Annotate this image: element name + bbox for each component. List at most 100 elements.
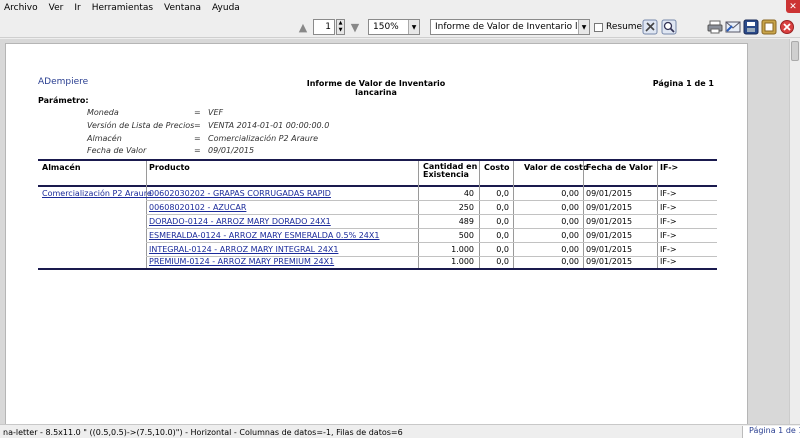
- col-header-cost-value: Valor de costo: [524, 163, 589, 172]
- col-header-cost: Costo: [484, 163, 510, 172]
- archive-button[interactable]: [742, 18, 760, 36]
- print-button[interactable]: [706, 18, 724, 36]
- param-value: VEF: [208, 108, 224, 117]
- scrollbar-thumb[interactable]: [791, 41, 799, 61]
- product-link[interactable]: INTEGRAL-0124 - ARROZ MARY INTEGRAL 24X1: [149, 245, 338, 254]
- summary-checkbox[interactable]: [594, 23, 603, 32]
- close-icon: ✕: [789, 1, 797, 12]
- cost-value-cell: 0,00: [561, 217, 579, 226]
- quantity-cell: 489: [458, 217, 474, 226]
- page-spinner[interactable]: ▲ ▼: [336, 19, 345, 35]
- spin-down-icon: ▼: [338, 27, 343, 33]
- quantity-cell: 40: [463, 189, 474, 198]
- report-title: Informe de Valor de Inventario lancarina: [306, 79, 446, 97]
- quantity-cell: 1.000: [451, 257, 474, 266]
- menu-archivo[interactable]: Archivo: [4, 3, 38, 13]
- cost-value-cell: 0,00: [561, 189, 579, 198]
- param-value: 09/01/2015: [208, 146, 255, 155]
- customize-report-button[interactable]: [641, 18, 659, 36]
- archive-icon: [743, 19, 759, 35]
- cost-cell: 0,0: [496, 203, 509, 212]
- adempiere-logo: ADempiere: [38, 77, 89, 87]
- product-link[interactable]: PREMIUM-0124 - ARROZ MARY PREMIUM 24X1: [149, 257, 334, 266]
- value-date-cell: 09/01/2015: [586, 231, 633, 240]
- cost-cell: 0,0: [496, 231, 509, 240]
- col-header-warehouse: Almacén: [42, 163, 81, 172]
- quantity-cell: 250: [458, 203, 474, 212]
- param-name: Fecha de Valor: [87, 146, 147, 155]
- cost-value-cell: 0,00: [561, 203, 579, 212]
- tools-icon: [642, 19, 658, 35]
- report-viewer[interactable]: ADempiere Informe de Valor de Inventario…: [0, 39, 789, 424]
- product-link[interactable]: 00602030202 - GRAPAS CORRUGADAS RAPID: [149, 189, 331, 198]
- find-button[interactable]: [660, 18, 678, 36]
- spin-up-icon: ▲: [338, 20, 343, 26]
- param-name: Moneda: [87, 108, 119, 117]
- chevron-down-icon: ▼: [408, 20, 419, 34]
- cost-cell: 0,0: [496, 189, 509, 198]
- menu-herramientas[interactable]: Herramientas: [92, 3, 153, 13]
- status-page-indicator: Página 1 de 1: [742, 426, 800, 438]
- quantity-cell: 500: [458, 231, 474, 240]
- cost-cell: 0,0: [496, 257, 509, 266]
- value-date-cell: 09/01/2015: [586, 189, 633, 198]
- table-row: 00608020102 - AZUCAR 250 0,0 0,00 09/01/…: [38, 201, 717, 215]
- col-header-value-date: Fecha de Valor: [586, 163, 653, 172]
- export-button[interactable]: [760, 18, 778, 36]
- magnifier-icon: [661, 19, 677, 35]
- page-number-input[interactable]: 1: [313, 19, 335, 35]
- menu-ayuda[interactable]: Ayuda: [212, 3, 240, 13]
- value-date-cell: 09/01/2015: [586, 203, 633, 212]
- cost-value-cell: 0,00: [561, 245, 579, 254]
- status-text: na-letter - 8.5x11.0 " ((0.5,0.5)->(7.5,…: [3, 428, 403, 437]
- cost-cell: 0,0: [496, 245, 509, 254]
- exit-button[interactable]: [778, 18, 796, 36]
- menu-ver[interactable]: Ver: [49, 3, 64, 13]
- param-equals: =: [194, 134, 201, 143]
- param-name: Almacén: [87, 134, 122, 143]
- menu-bar: Archivo Ver Ir Herramientas Ventana Ayud…: [0, 0, 800, 16]
- report-value: Informe de Valor de Inventario lancarina: [435, 22, 589, 32]
- mail-icon: [725, 21, 741, 33]
- col-header-if: IF->: [660, 163, 679, 172]
- param-equals: =: [194, 146, 201, 155]
- col-header-quantity: Cantidad en Existencia: [423, 163, 477, 179]
- send-mail-button[interactable]: [724, 18, 742, 36]
- table-row: ESMERALDA-0124 - ARROZ MARY ESMERALDA 0.…: [38, 229, 717, 243]
- param-equals: =: [194, 121, 201, 130]
- param-value: VENTA 2014-01-01 00:00:00.0: [208, 121, 330, 130]
- col-header-product: Producto: [149, 163, 190, 172]
- arrow-down-icon: ▼: [350, 20, 360, 34]
- cost-cell: 0,0: [496, 217, 509, 226]
- warehouse-link[interactable]: Comercialización P2 Araure: [42, 189, 152, 198]
- report-page: ADempiere Informe de Valor de Inventario…: [5, 43, 748, 424]
- close-window-button[interactable]: ✕: [786, 0, 800, 13]
- menu-ir[interactable]: Ir: [74, 3, 80, 13]
- next-page-button[interactable]: ▼: [347, 18, 363, 36]
- value-date-cell: 09/01/2015: [586, 245, 633, 254]
- parameters-heading: Parámetro:: [38, 96, 89, 105]
- report-select[interactable]: Informe de Valor de Inventario lancarina…: [430, 19, 590, 35]
- product-link[interactable]: ESMERALDA-0124 - ARROZ MARY ESMERALDA 0.…: [149, 231, 379, 240]
- value-date-cell: 09/01/2015: [586, 257, 633, 266]
- arrow-up-icon: ▲: [298, 20, 308, 34]
- table-row: DORADO-0124 - ARROZ MARY DORADO 24X1 489…: [38, 215, 717, 229]
- zoom-value: 150%: [373, 22, 399, 32]
- export-icon: [761, 19, 777, 35]
- if-cell: IF->: [660, 257, 677, 266]
- table-row: Comercialización P2 Araure 00602030202 -…: [38, 187, 717, 201]
- if-cell: IF->: [660, 189, 677, 198]
- if-cell: IF->: [660, 245, 677, 254]
- cost-value-cell: 0,00: [561, 231, 579, 240]
- toolbar: ▲ 1 ▲ ▼ ▼ 150% ▼ Informe de Valor de Inve…: [0, 16, 800, 38]
- printer-icon: [707, 20, 723, 34]
- menu-ventana[interactable]: Ventana: [164, 3, 201, 13]
- product-link[interactable]: DORADO-0124 - ARROZ MARY DORADO 24X1: [149, 217, 331, 226]
- zoom-select[interactable]: 150% ▼: [368, 19, 420, 35]
- vertical-scrollbar[interactable]: [789, 39, 800, 424]
- if-cell: IF->: [660, 217, 677, 226]
- chevron-down-icon: ▼: [578, 20, 589, 34]
- previous-page-button[interactable]: ▲: [295, 18, 311, 36]
- report-page-info: Página 1 de 1: [652, 79, 714, 88]
- product-link[interactable]: 00608020102 - AZUCAR: [149, 203, 246, 212]
